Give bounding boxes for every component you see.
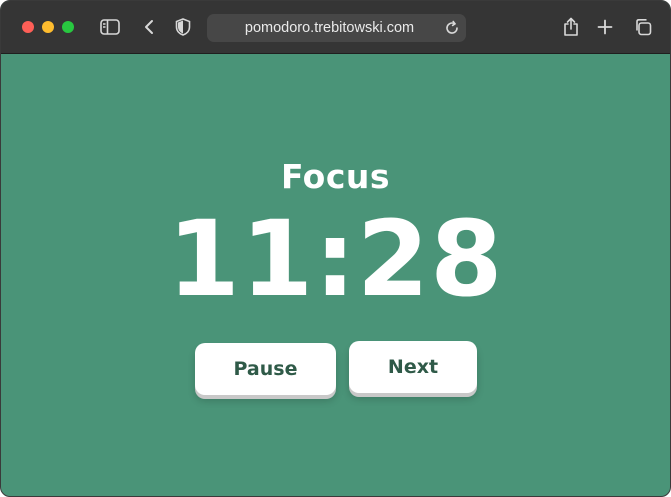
timer-mode-label: Focus bbox=[280, 157, 391, 196]
share-icon[interactable] bbox=[559, 16, 583, 38]
address-bar-url[interactable]: pomodoro.trebitowski.com bbox=[207, 14, 466, 42]
back-icon[interactable] bbox=[138, 16, 162, 38]
close-window-button[interactable] bbox=[22, 21, 34, 33]
browser-window: pomodoro.trebitowski.com Focus 11:28 Pau… bbox=[0, 0, 671, 497]
shield-icon[interactable] bbox=[171, 16, 195, 38]
sidebar-icon[interactable] bbox=[98, 16, 122, 38]
minimize-window-button[interactable] bbox=[42, 21, 54, 33]
reload-icon[interactable] bbox=[444, 20, 460, 36]
countdown-timer: 11:28 bbox=[167, 198, 504, 320]
pomodoro-page: Focus 11:28 Pause Next bbox=[1, 54, 670, 496]
pause-button[interactable]: Pause bbox=[195, 343, 336, 395]
next-button[interactable]: Next bbox=[349, 341, 477, 393]
browser-toolbar: pomodoro.trebitowski.com bbox=[1, 1, 670, 54]
address-bar[interactable]: pomodoro.trebitowski.com bbox=[207, 14, 466, 42]
new-tab-icon[interactable] bbox=[593, 16, 617, 38]
zoom-window-button[interactable] bbox=[62, 21, 74, 33]
tab-overview-icon[interactable] bbox=[631, 16, 655, 38]
